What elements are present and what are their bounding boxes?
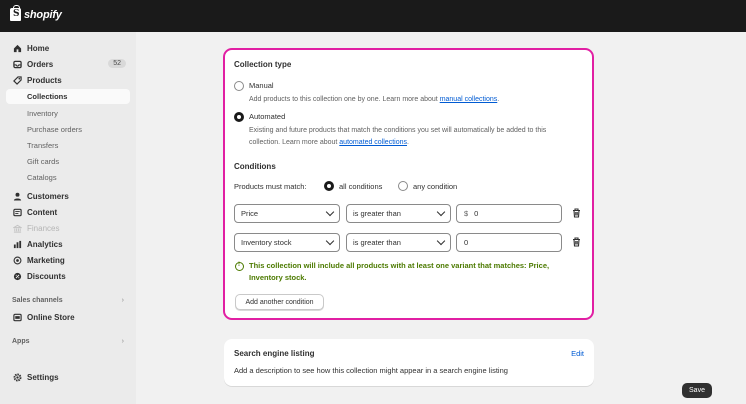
sidebar-item-inventory[interactable]: Inventory xyxy=(27,109,58,118)
sidebar-item-label: Orders xyxy=(27,60,54,69)
chevron-down-icon xyxy=(325,207,335,217)
sidebar-item-label: Settings xyxy=(27,373,59,382)
seo-edit-link[interactable]: Edit xyxy=(571,349,584,358)
orders-count-badge: 52 xyxy=(108,59,126,68)
chart-icon xyxy=(12,240,22,250)
sidebar-item-label: Finances xyxy=(27,224,60,233)
sidebar-item-gift-cards[interactable]: Gift cards xyxy=(27,157,59,166)
note-line2: Inventory stock. xyxy=(249,273,307,282)
sidebar-item-content[interactable]: Content xyxy=(6,205,130,220)
orders-icon xyxy=(12,60,22,70)
condition-field-value: Inventory stock xyxy=(241,238,292,247)
trash-icon xyxy=(572,237,580,247)
sidebar-item-label: Customers xyxy=(27,192,69,201)
all-conditions-radio[interactable] xyxy=(324,181,334,191)
top-bar: shopify xyxy=(0,0,746,32)
sidebar-item-online-store[interactable]: Online Store xyxy=(6,310,130,325)
sidebar-item-purchase-orders[interactable]: Purchase orders xyxy=(27,125,82,134)
condition-value: 0 xyxy=(464,238,469,247)
chevron-right-icon[interactable]: › xyxy=(122,338,124,345)
shopify-logo[interactable]: shopify xyxy=(10,5,62,21)
condition-operator-value: is greater than xyxy=(353,209,401,218)
condition-value-input[interactable]: 0 xyxy=(456,233,562,252)
search-engine-listing-card: Search engine listing Edit Add a descrip… xyxy=(224,339,594,386)
add-condition-button[interactable]: Add another condition xyxy=(235,294,324,310)
sidebar-item-marketing[interactable]: Marketing xyxy=(6,253,130,268)
manual-description: Add products to this collection one by o… xyxy=(249,96,500,103)
home-icon xyxy=(12,44,22,54)
sidebar-item-products[interactable]: Products xyxy=(6,73,130,88)
delete-condition-button[interactable] xyxy=(568,205,584,221)
delete-condition-button[interactable] xyxy=(568,234,584,250)
sidebar-item-label: Products xyxy=(27,76,62,85)
condition-field-value: Price xyxy=(241,209,259,218)
sidebar-item-discounts[interactable]: Discounts xyxy=(6,269,130,284)
conditions-title: Conditions xyxy=(234,162,276,171)
sidebar-item-catalogs[interactable]: Catalogs xyxy=(27,173,57,182)
sidebar-item-label: Marketing xyxy=(27,256,65,265)
automated-collections-link[interactable]: automated collections xyxy=(339,139,407,146)
shopify-bag-icon xyxy=(10,5,21,21)
sidebar-item-customers[interactable]: Customers xyxy=(6,189,130,204)
sidebar-item-label: Home xyxy=(27,44,50,53)
condition-operator-select[interactable]: is greater than xyxy=(346,233,451,252)
collection-type-title: Collection type xyxy=(234,60,292,69)
seo-description: Add a description to see how this collec… xyxy=(234,366,508,375)
sidebar-item-label: Collections xyxy=(27,92,68,101)
chevron-right-icon[interactable]: › xyxy=(122,297,124,304)
sidebar-item-finances: Finances xyxy=(6,221,130,236)
condition-field-select[interactable]: Inventory stock xyxy=(234,233,340,252)
save-button[interactable]: Save xyxy=(682,383,712,398)
condition-operator-value: is greater than xyxy=(353,238,401,247)
currency-prefix: $ xyxy=(464,209,469,218)
conditions-summary-note: This collection will include all product… xyxy=(249,260,579,284)
bank-icon xyxy=(12,224,22,234)
sales-channels-heading[interactable]: Sales channels xyxy=(12,297,63,304)
discount-icon xyxy=(12,272,22,282)
manual-collections-link[interactable]: manual collections xyxy=(440,96,498,103)
automated-radio[interactable] xyxy=(234,112,244,122)
brand-name: shopify xyxy=(24,8,62,21)
sidebar-item-collections[interactable]: Collections xyxy=(6,89,130,104)
sidebar-item-label: Discounts xyxy=(27,272,66,281)
seo-title: Search engine listing xyxy=(234,349,315,358)
chevron-down-icon xyxy=(325,236,335,246)
any-condition-radio[interactable] xyxy=(398,181,408,191)
sidebar-item-transfers[interactable]: Transfers xyxy=(27,141,58,150)
chevron-down-icon xyxy=(436,236,446,246)
store-icon xyxy=(12,313,22,323)
trash-icon xyxy=(572,208,580,218)
condition-value: 0 xyxy=(474,209,479,218)
tag-icon xyxy=(12,76,22,86)
automated-label[interactable]: Automated xyxy=(249,112,285,121)
sidebar-item-label: Online Store xyxy=(27,313,75,322)
target-icon xyxy=(12,256,22,266)
any-condition-label[interactable]: any condition xyxy=(413,182,457,191)
condition-value-input[interactable]: $ 0 xyxy=(456,204,562,223)
condition-operator-select[interactable]: is greater than xyxy=(346,204,451,223)
manual-radio[interactable] xyxy=(234,81,244,91)
match-label: Products must match: xyxy=(234,182,307,191)
sidebar-item-label: Analytics xyxy=(27,240,63,249)
collection-type-card: Collection type Manual Add products to t… xyxy=(223,48,594,320)
sidebar-item-settings[interactable]: Settings xyxy=(6,370,130,385)
condition-field-select[interactable]: Price xyxy=(234,204,340,223)
all-conditions-label[interactable]: all conditions xyxy=(339,182,382,191)
automated-description-line1: Existing and future products that match … xyxy=(249,127,547,134)
gear-icon xyxy=(12,373,22,383)
sidebar-item-orders[interactable]: Orders 52 xyxy=(6,57,130,72)
sidebar-item-home[interactable]: Home xyxy=(6,41,130,56)
apps-heading[interactable]: Apps xyxy=(12,338,30,345)
manual-label[interactable]: Manual xyxy=(249,81,274,90)
info-icon xyxy=(235,262,244,271)
sidebar-item-label: Content xyxy=(27,208,58,217)
note-line1: This collection will include all product… xyxy=(249,261,550,270)
chevron-down-icon xyxy=(436,207,446,217)
automated-description-line2: collection. Learn more about automated c… xyxy=(249,139,409,146)
sidebar: Home Orders 52 Products Collections Inve… xyxy=(0,32,136,404)
content-icon xyxy=(12,208,22,218)
person-icon xyxy=(12,192,22,202)
sidebar-item-analytics[interactable]: Analytics xyxy=(6,237,130,252)
